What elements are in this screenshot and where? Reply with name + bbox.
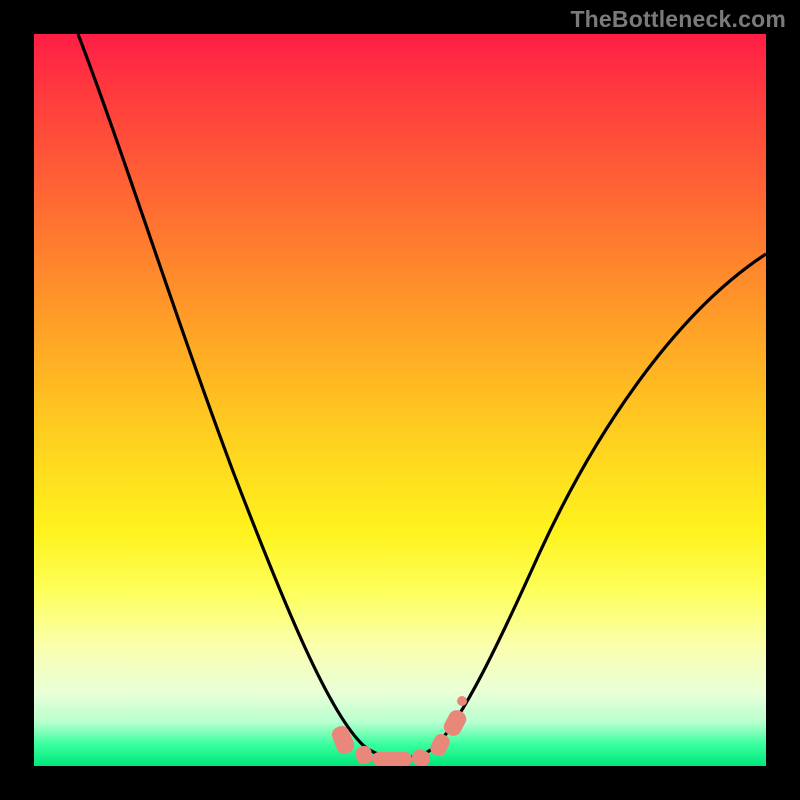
marker-dot bbox=[372, 752, 412, 766]
marker-dot bbox=[457, 696, 467, 706]
marker-dot bbox=[329, 724, 356, 757]
marker-dot bbox=[428, 732, 452, 759]
watermark-text: TheBottleneck.com bbox=[570, 6, 786, 33]
chart-frame: TheBottleneck.com bbox=[0, 0, 800, 800]
curve-path bbox=[78, 34, 766, 758]
bottleneck-curve bbox=[34, 34, 766, 766]
chart-plot-area bbox=[34, 34, 766, 766]
marker-dot bbox=[355, 745, 374, 766]
